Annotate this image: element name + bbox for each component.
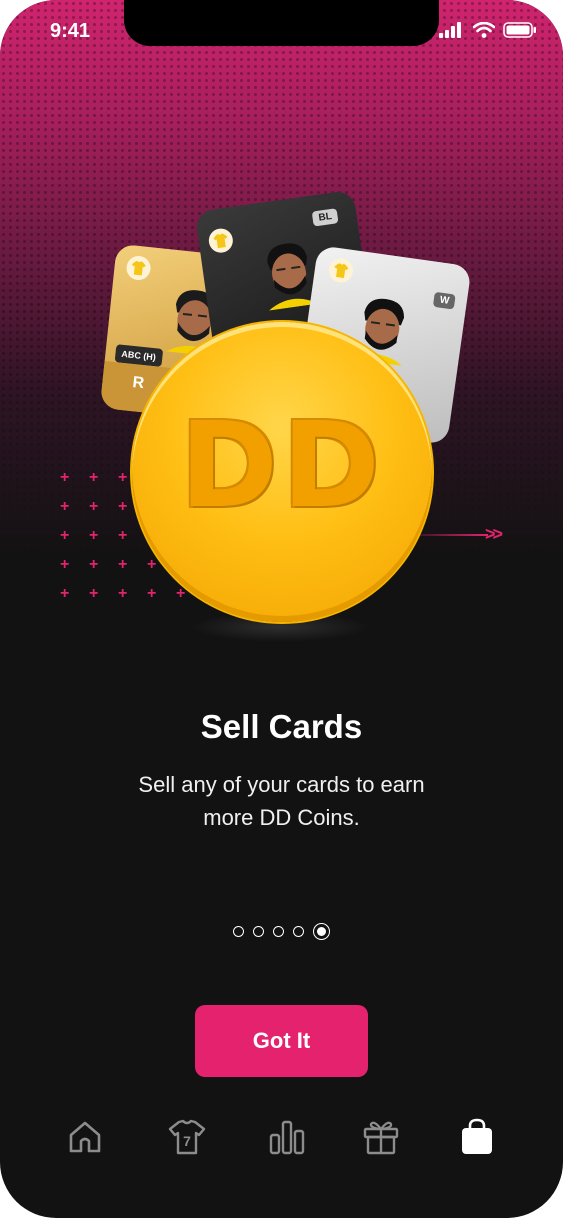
nav-shop[interactable] xyxy=(455,1115,499,1159)
nav-team[interactable]: 7 xyxy=(165,1115,209,1159)
card-tag: BL xyxy=(311,208,339,227)
gift-icon xyxy=(363,1121,399,1155)
page-dot-active[interactable] xyxy=(313,923,330,940)
jersey-icon xyxy=(207,227,235,255)
dd-coin: DD xyxy=(132,322,432,622)
signal-icon xyxy=(439,22,461,38)
got-it-button[interactable]: Got It xyxy=(195,1005,368,1077)
page-description: Sell any of your cards to earn more DD C… xyxy=(138,772,425,830)
jersey-icon xyxy=(125,254,152,282)
bottom-nav: 7 xyxy=(0,1115,563,1163)
leaderboard-icon xyxy=(269,1120,305,1155)
jersey-icon xyxy=(327,256,355,285)
page-dot[interactable] xyxy=(253,926,264,937)
page-dot[interactable] xyxy=(233,926,244,937)
phone-screen: 9:41 ABC (H) R BL W + + + + + + + + + + … xyxy=(0,0,563,1218)
device-notch xyxy=(124,0,439,46)
jersey-icon: 7 xyxy=(168,1119,206,1155)
status-time: 9:41 xyxy=(50,20,91,42)
battery-icon xyxy=(503,22,536,38)
shopping-bag-icon xyxy=(462,1118,492,1154)
page-dot[interactable] xyxy=(273,926,284,937)
page-title: Sell Cards xyxy=(200,708,363,745)
jersey-number: 7 xyxy=(183,1133,191,1149)
double-chevron-icon: >> xyxy=(485,524,503,544)
card-tag: W xyxy=(432,291,457,310)
coin-text: DD xyxy=(180,396,384,534)
nav-rewards[interactable] xyxy=(359,1115,403,1159)
decorative-line xyxy=(418,534,488,536)
status-icons xyxy=(439,22,537,38)
wifi-icon xyxy=(473,22,495,38)
nav-home[interactable] xyxy=(63,1115,107,1159)
page-indicator xyxy=(0,923,563,940)
home-icon xyxy=(69,1121,101,1153)
card-bottom-text: R xyxy=(131,374,145,393)
page-dot[interactable] xyxy=(293,926,304,937)
nav-leaderboard[interactable] xyxy=(265,1115,309,1159)
